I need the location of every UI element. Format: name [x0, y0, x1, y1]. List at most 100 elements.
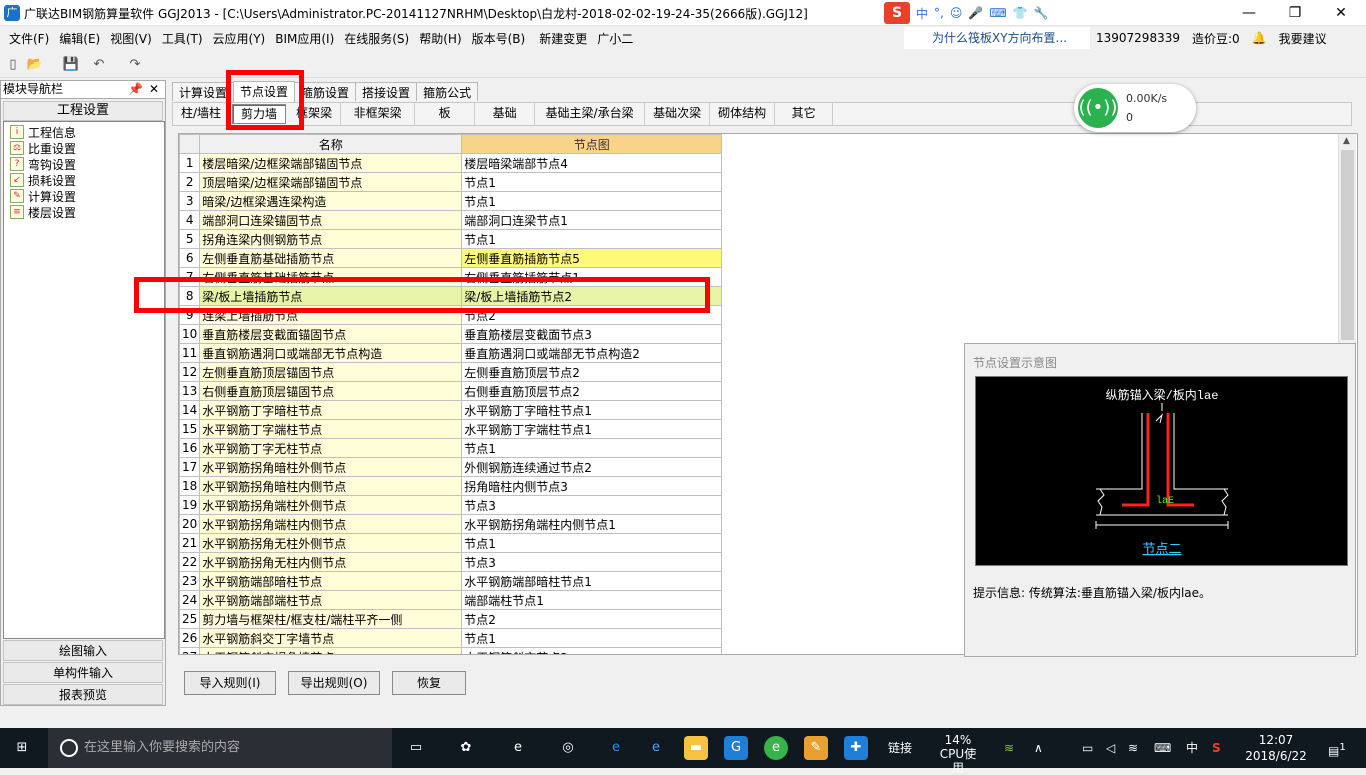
row-node[interactable]: 节点1 — [461, 229, 723, 249]
menu-item-4[interactable]: 云应用(Y) — [208, 29, 271, 48]
row-node[interactable]: 水平钢筋斜交节点3 — [461, 647, 723, 654]
import-rules-button[interactable]: 导入规则(I) — [184, 671, 276, 695]
row-node[interactable]: 节点1 — [461, 191, 723, 211]
row-node[interactable]: 节点1 — [461, 438, 723, 458]
table-row[interactable]: 15 水平钢筋丁字端柱节点 水平钢筋丁字端柱节点1 — [179, 419, 723, 439]
ie-blue-icon[interactable]: e — [644, 736, 668, 760]
ime-punct[interactable]: °, — [934, 6, 944, 20]
table-row[interactable]: 16 水平钢筋丁字无柱节点 节点1 — [179, 438, 723, 458]
row-node[interactable]: 端部端柱节点1 — [461, 590, 723, 610]
wifi-tray-icon[interactable]: ≋ — [1004, 728, 1014, 768]
table-row[interactable]: 22 水平钢筋拐角无柱内侧节点 节点3 — [179, 552, 723, 572]
mic-icon[interactable]: 🎤 — [968, 6, 983, 20]
nav-item-calc[interactable]: ✎ 计算设置 — [10, 188, 76, 204]
table-row[interactable]: 19 水平钢筋拐角端柱外侧节点 节点3 — [179, 495, 723, 515]
redo-icon[interactable]: ↷ — [126, 56, 144, 74]
save-icon[interactable]: 💾 — [62, 56, 80, 74]
nav-item-floor[interactable]: ≡ 楼层设置 — [10, 204, 76, 220]
row-node[interactable]: 左侧垂直筋插筋节点5 — [461, 248, 723, 268]
row-node[interactable]: 节点3 — [461, 495, 723, 515]
nav-item-hook[interactable]: ? 弯钩设置 — [10, 156, 76, 172]
nav-item-loss[interactable]: ↙ 损耗设置 — [10, 172, 76, 188]
table-row[interactable]: 11 垂直钢筋遇洞口或端部无节点构造 垂直筋遇洞口或端部无节点构造2 — [179, 343, 723, 363]
edge-icon[interactable]: e — [604, 736, 628, 760]
menu-item-10[interactable]: 广小二 — [592, 29, 638, 48]
row-node[interactable]: 水平钢筋拐角端柱内侧节点1 — [461, 514, 723, 534]
row-node[interactable]: 外侧钢筋连续通过节点2 — [461, 457, 723, 477]
chevron-up-icon[interactable]: ∧ — [1034, 728, 1043, 768]
vertical-scrollbar[interactable]: ▲ — [1338, 134, 1356, 346]
table-row[interactable]: 5 拐角连梁内侧钢筋节点 节点1 — [179, 229, 723, 249]
row-node[interactable]: 右侧垂直筋顶层节点2 — [461, 381, 723, 401]
lang-indicator[interactable]: 中 — [1186, 728, 1198, 768]
table-row[interactable]: 13 右侧垂直筋顶层锚固节点 右侧垂直筋顶层节点2 — [179, 381, 723, 401]
restore-button[interactable]: 恢复 — [392, 671, 466, 695]
row-node[interactable]: 节点2 — [461, 609, 723, 629]
menu-item-0[interactable]: 文件(F) — [4, 29, 54, 48]
cpu-usage[interactable]: 14% CPU使用 — [934, 728, 982, 775]
tab-column-wallcol[interactable]: 柱/墙柱 — [173, 103, 231, 125]
taskbar-search[interactable]: 在这里输入你要搜索的内容 — [48, 728, 392, 768]
report-preview-button[interactable]: 报表预览 — [3, 684, 163, 705]
menu-item-2[interactable]: 视图(V) — [105, 29, 157, 48]
tab-calc-settings[interactable]: 计算设置 — [172, 82, 235, 101]
promo-banner[interactable]: 为什么筏板XY方向布置... — [904, 27, 1090, 49]
open-folder-icon[interactable]: 📂 — [26, 56, 44, 74]
menu-item-8[interactable]: 版本号(B) — [467, 29, 531, 48]
row-node[interactable]: 楼层暗梁端部节点4 — [461, 153, 723, 173]
link-label[interactable]: 链接 — [888, 728, 912, 768]
menu-item-9[interactable]: 新建变更 — [534, 29, 592, 48]
tab-slab[interactable]: 板 — [415, 103, 476, 125]
name-column-header[interactable]: 名称 — [199, 134, 463, 154]
table-row[interactable]: 18 水平钢筋拐角暗柱内侧节点 拐角暗柱内侧节点3 — [179, 476, 723, 496]
tab-foundation-sub-beam[interactable]: 基础次梁 — [645, 103, 711, 125]
diagram-link[interactable]: 节点二 — [1142, 542, 1181, 557]
restore-icon[interactable]: ❐ — [1272, 0, 1318, 26]
row-node[interactable]: 垂直筋遇洞口或端部无节点构造2 — [461, 343, 723, 363]
table-row[interactable]: 6 左侧垂直筋基础插筋节点 左侧垂直筋插筋节点5 — [179, 248, 723, 268]
ie-icon[interactable]: e — [506, 736, 530, 760]
volume-icon[interactable]: ◁ — [1106, 728, 1115, 768]
single-component-button[interactable]: 单构件输入 — [3, 662, 163, 683]
table-row[interactable]: 23 水平钢筋端部暗柱节点 水平钢筋端部暗柱节点1 — [179, 571, 723, 591]
tab-masonry[interactable]: 砌体结构 — [710, 103, 776, 125]
table-row[interactable]: 14 水平钢筋丁字暗柱节点 水平钢筋丁字暗柱节点1 — [179, 400, 723, 420]
bell-icon[interactable]: 🔔 — [1252, 31, 1267, 45]
keyboard-icon[interactable]: ⌨ — [989, 6, 1006, 20]
green-app-icon[interactable]: e — [764, 736, 788, 760]
table-row[interactable]: 21 水平钢筋拐角无柱外侧节点 节点1 — [179, 533, 723, 553]
table-row[interactable]: 25 剪力墙与框架柱/框支柱/端柱平齐一侧 节点2 — [179, 609, 723, 629]
scroll-up-icon[interactable]: ▲ — [1343, 136, 1350, 146]
wifi-signal-icon[interactable]: ≋ — [1128, 728, 1138, 768]
menu-item-3[interactable]: 工具(T) — [157, 29, 208, 48]
menu-item-5[interactable]: BIM应用(I) — [270, 29, 339, 48]
minimize-icon[interactable]: — — [1226, 0, 1272, 26]
net-speed-widget[interactable]: ((•)) 0.00K/s 0 — [1074, 84, 1196, 132]
close-icon[interactable]: ✕ — [1318, 0, 1364, 26]
row-node[interactable]: 垂直筋楼层变截面节点3 — [461, 324, 723, 344]
row-node[interactable]: 拐角暗柱内侧节点3 — [461, 476, 723, 496]
table-row[interactable]: 12 左侧垂直筋顶层锚固节点 左侧垂直筋顶层节点2 — [179, 362, 723, 382]
menu-item-1[interactable]: 编辑(E) — [54, 29, 105, 48]
windows-start-icon[interactable]: ⊞ — [10, 736, 34, 760]
explorer-icon[interactable]: ▬ — [684, 736, 708, 760]
ime-mode[interactable]: 中 — [916, 5, 928, 22]
row-node[interactable]: 节点1 — [461, 172, 723, 192]
row-node[interactable]: 端部洞口连梁节点1 — [461, 210, 723, 230]
notes-icon[interactable]: ✎ — [804, 736, 828, 760]
user-phone[interactable]: 13907298339 — [1096, 31, 1180, 45]
skin-icon[interactable]: 👕 — [1013, 6, 1028, 20]
table-row[interactable]: 4 端部洞口连梁锚固节点 端部洞口连梁节点1 — [179, 210, 723, 230]
row-node[interactable]: 水平钢筋端部暗柱节点1 — [461, 571, 723, 591]
table-row[interactable]: 20 水平钢筋拐角端柱内侧节点 水平钢筋拐角端柱内侧节点1 — [179, 514, 723, 534]
row-node[interactable]: 水平钢筋丁字端柱节点1 — [461, 419, 723, 439]
browser-icon[interactable]: ◎ — [556, 736, 580, 760]
nav-item-project-info[interactable]: i 工程信息 — [10, 124, 76, 140]
table-row[interactable]: 1 楼层暗梁/边框梁端部锚固节点 楼层暗梁端部节点4 — [179, 153, 723, 173]
drawing-input-button[interactable]: 绘图输入 — [3, 640, 163, 661]
tab-stirrup-formula[interactable]: 箍筋公式 — [416, 82, 479, 101]
node-column-header[interactable]: 节点图 — [461, 134, 723, 154]
scroll-thumb[interactable] — [1341, 150, 1354, 340]
network-icon[interactable]: ▭ — [1082, 728, 1093, 768]
ime-toolbar[interactable]: S 中 °, ☺ 🎤 ⌨ 👕 🔧 — [884, 2, 1049, 24]
